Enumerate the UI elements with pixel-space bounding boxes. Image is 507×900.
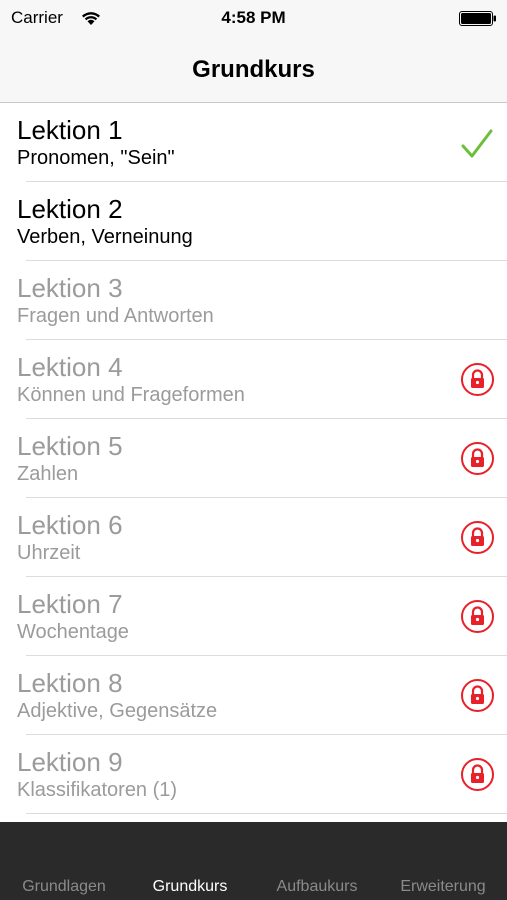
lesson-subtitle: Zahlen [17,463,79,485]
lock-icon [460,757,495,792]
status-bar: Carrier 4:58 PM [0,0,507,36]
lesson-row[interactable]: Lektion 7 Wochentage [0,577,507,656]
lesson-subtitle: Adjektive, Gegensätze [17,700,218,722]
lesson-subtitle: Können und Frageformen [17,384,245,406]
navigation-bar: Grundkurs [0,36,507,103]
lesson-title: Lektion 8 [17,668,123,698]
lesson-subtitle: Fragen und Antworten [17,305,214,327]
lesson-title: Lektion 2 [17,194,123,224]
lesson-row[interactable]: Lektion 6 Uhrzeit [0,498,507,577]
checkmark-icon [460,127,494,161]
lesson-title: Lektion 5 [17,431,123,461]
tab-grundlagen[interactable]: Grundlagen [1,878,127,896]
lock-icon [460,599,495,634]
lesson-subtitle: Uhrzeit [17,542,81,564]
lesson-row[interactable]: Lektion 9 Klassifikatoren (1) [0,735,507,814]
lesson-row[interactable]: Lektion 3 Fragen und Antworten [0,261,507,340]
battery-icon [459,11,497,31]
page-title: Grundkurs [192,56,315,83]
lesson-subtitle: Verben, Verneinung [17,226,193,248]
lesson-title: Lektion 6 [17,510,123,540]
lesson-title: Lektion 3 [17,273,123,303]
tab-bar: Grundlagen Grundkurs Aufbaukurs Erweiterung [0,822,507,900]
lock-icon [460,362,495,397]
lesson-row[interactable]: Lektion 1 Pronomen, "Sein" [0,103,507,182]
lesson-title: Lektion 7 [17,589,123,619]
tab-erweiterung[interactable]: Erweiterung [380,878,506,896]
lesson-list: Lektion 1 Pronomen, "Sein" Lektion 2 Verben… [0,103,507,814]
lesson-title: Lektion 1 [17,115,123,145]
lesson-subtitle: Wochentage [17,621,129,643]
lesson-title: Lektion 4 [17,352,123,382]
lock-icon [460,678,495,713]
lesson-row[interactable]: Lektion 8 Adjektive, Gegensätze [0,656,507,735]
clock: 4:58 PM [221,8,286,27]
lesson-row[interactable]: Lektion 4 Können und Frageformen [0,340,507,419]
tab-aufbaukurs[interactable]: Aufbaukurs [254,878,380,896]
tab-grundkurs[interactable]: Grundkurs [127,878,253,896]
lesson-row[interactable]: Lektion 2 Verben, Verneinung [0,182,507,261]
lesson-subtitle: Pronomen, "Sein" [17,147,175,169]
lock-icon [460,441,495,476]
lock-icon [460,520,495,555]
lesson-title: Lektion 9 [17,747,123,777]
lesson-subtitle: Klassifikatoren (1) [17,779,178,801]
lesson-row[interactable]: Lektion 5 Zahlen [0,419,507,498]
